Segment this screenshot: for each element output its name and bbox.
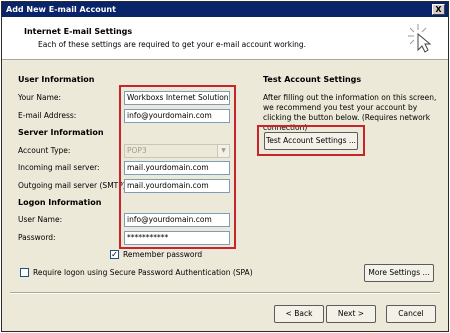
remember-password-label: Remember password <box>123 250 203 259</box>
spa-checkbox[interactable] <box>20 268 29 277</box>
password-label: Password: <box>18 233 56 242</box>
cancel-button[interactable]: Cancel <box>386 305 436 323</box>
incoming-server-label: Incoming mail server: <box>18 163 100 172</box>
user-information-heading: User Information <box>18 75 95 84</box>
header-banner: Internet E-mail Settings Each of these s… <box>2 17 448 60</box>
logon-information-heading: Logon Information <box>18 198 102 207</box>
outgoing-server-label: Outgoing mail server (SMTP): <box>18 181 129 190</box>
dialog-window: Add New E-mail Account X Internet E-mail… <box>1 1 449 332</box>
spa-label: Require logon using Secure Password Auth… <box>33 268 253 277</box>
account-type-label: Account Type: <box>18 146 71 155</box>
wizard-wand-icon <box>408 24 432 53</box>
title-bar: Add New E-mail Account X <box>2 2 448 17</box>
remember-password-checkbox[interactable]: ✓ <box>110 250 119 259</box>
user-name-label: User Name: <box>18 215 63 224</box>
server-information-heading: Server Information <box>18 128 104 137</box>
highlight-test-button-box <box>257 125 365 156</box>
footer-divider <box>10 292 440 294</box>
more-settings-button[interactable]: More Settings ... <box>364 264 434 282</box>
window-title: Add New E-mail Account <box>6 5 116 14</box>
your-name-label: Your Name: <box>18 93 62 102</box>
next-button[interactable]: Next > <box>326 305 376 323</box>
header-subtitle: Each of these settings are required to g… <box>38 40 307 49</box>
back-button[interactable]: < Back <box>274 305 324 323</box>
header-title: Internet E-mail Settings <box>24 27 133 36</box>
highlight-fields-box <box>119 85 236 249</box>
close-button[interactable]: X <box>432 4 445 15</box>
email-address-label: E-mail Address: <box>18 111 77 120</box>
test-account-heading: Test Account Settings <box>263 75 362 84</box>
